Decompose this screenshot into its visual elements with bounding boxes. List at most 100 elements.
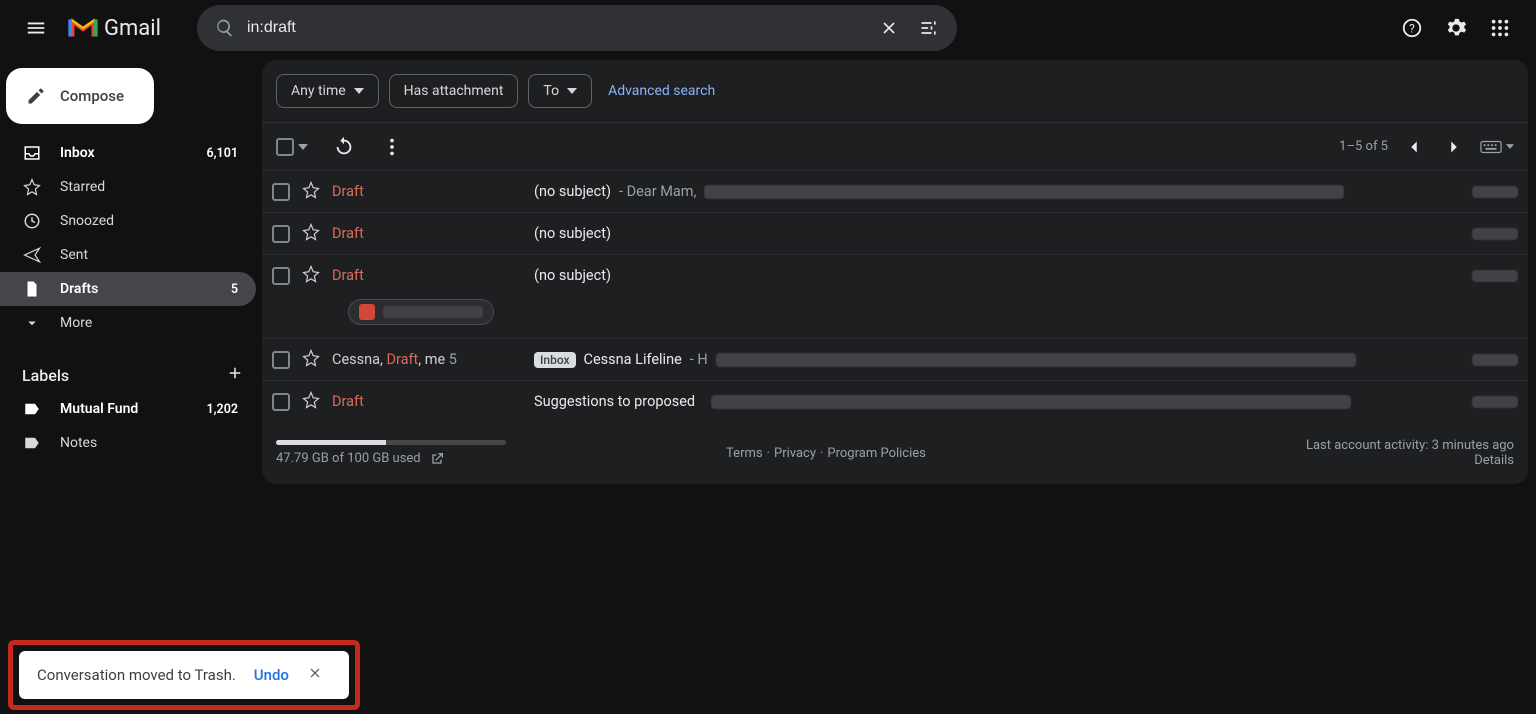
label-item-mutual-fund[interactable]: Mutual Fund 1,202 xyxy=(0,392,256,426)
storage-bar xyxy=(276,440,506,445)
labels-title: Labels xyxy=(22,366,69,385)
prev-page-icon[interactable] xyxy=(1400,133,1428,161)
checkbox-icon[interactable] xyxy=(272,351,290,369)
inbox-icon xyxy=(22,144,42,162)
filter-anytime[interactable]: Any time xyxy=(276,74,379,108)
undo-button[interactable]: Undo xyxy=(254,666,289,684)
advanced-search-link[interactable]: Advanced search xyxy=(608,83,715,99)
filter-hasattachment[interactable]: Has attachment xyxy=(389,74,519,108)
close-icon[interactable] xyxy=(307,665,323,685)
mail-row[interactable]: Cessna, Draft, me 5 Inbox Cessna Lifelin… xyxy=(262,338,1528,380)
mail-from: Cessna, Draft, me 5 xyxy=(332,351,522,368)
next-page-icon[interactable] xyxy=(1440,133,1468,161)
star-icon[interactable] xyxy=(302,223,320,245)
activity: Last account activity: 3 minutes ago Det… xyxy=(1306,438,1514,468)
refresh-icon[interactable] xyxy=(332,135,356,159)
clock-icon xyxy=(22,212,42,230)
main-panel: Any time Has attachment To Advanced sear… xyxy=(262,60,1528,484)
mail-date xyxy=(1458,270,1518,282)
gear-icon[interactable] xyxy=(1436,8,1476,48)
label-icon xyxy=(22,434,42,452)
sidebar-item-inbox[interactable]: Inbox 6,101 xyxy=(0,136,256,170)
sidebar-item-drafts[interactable]: Drafts 5 xyxy=(0,272,256,306)
checkbox-icon[interactable] xyxy=(272,225,290,243)
clear-icon[interactable] xyxy=(869,18,909,38)
mail-from: Draft xyxy=(332,183,522,200)
terms-link[interactable]: Terms xyxy=(726,446,763,461)
storage: 47.79 GB of 100 GB used xyxy=(276,440,536,467)
gmail-icon xyxy=(68,17,98,39)
pdf-icon xyxy=(359,304,375,320)
input-tools-icon[interactable] xyxy=(1480,140,1514,154)
star-icon xyxy=(22,178,42,196)
footer: 47.79 GB of 100 GB used Terms · Privacy … xyxy=(262,422,1528,484)
mail-row[interactable]: Draft (no subject) xyxy=(262,254,1528,296)
chevron-down-icon xyxy=(298,144,308,150)
filter-anytime-label: Any time xyxy=(291,83,346,99)
last-activity: Last account activity: 3 minutes ago xyxy=(1306,438,1514,453)
sidebar-item-label: Starred xyxy=(60,179,105,195)
mail-row[interactable]: Draft (no subject) xyxy=(262,212,1528,254)
mail-date xyxy=(1458,354,1518,366)
mail-row[interactable]: Draft Suggestions to proposed xyxy=(262,380,1528,422)
search-icon[interactable] xyxy=(205,18,245,38)
mail-from: Draft xyxy=(332,393,522,410)
mail-subject: (no subject) xyxy=(534,267,1446,284)
privacy-link[interactable]: Privacy xyxy=(774,446,816,461)
apps-icon[interactable] xyxy=(1480,8,1520,48)
page-range: 1–5 of 5 xyxy=(1339,139,1388,154)
add-label-icon[interactable] xyxy=(226,364,244,386)
mail-from: Draft xyxy=(332,225,522,242)
sidebar-item-starred[interactable]: Starred xyxy=(0,170,256,204)
sidebar-item-more[interactable]: More xyxy=(0,306,256,340)
sidebar-item-count: 5 xyxy=(231,282,238,297)
search-bar[interactable] xyxy=(197,5,957,51)
mail-date xyxy=(1458,228,1518,240)
label-count: 1,202 xyxy=(206,402,238,417)
file-icon xyxy=(22,280,42,298)
label-item-notes[interactable]: Notes xyxy=(0,426,256,460)
search-input[interactable] xyxy=(245,18,869,38)
gmail-logo[interactable]: Gmail xyxy=(68,16,161,41)
sidebar-item-label: More xyxy=(60,315,92,331)
toast-highlight: Conversation moved to Trash. Undo xyxy=(8,640,360,710)
attachment-chip[interactable] xyxy=(348,299,494,325)
toolbar: 1–5 of 5 xyxy=(262,122,1528,170)
sidebar-item-label: Snoozed xyxy=(60,213,114,229)
sidebar-item-count: 6,101 xyxy=(206,146,238,161)
app-name: Gmail xyxy=(104,16,161,41)
mail-subject: (no subject) - Dear Mam, xyxy=(534,183,1446,200)
details-link[interactable]: Details xyxy=(1306,453,1514,468)
checkbox-icon[interactable] xyxy=(272,183,290,201)
chevron-icon xyxy=(22,314,42,332)
star-icon[interactable] xyxy=(302,265,320,287)
mail-date xyxy=(1458,396,1518,408)
label-icon xyxy=(22,400,42,418)
attachment-row xyxy=(262,296,1528,338)
help-icon[interactable]: ? xyxy=(1392,8,1432,48)
storage-text: 47.79 GB of 100 GB used xyxy=(276,451,421,466)
labels-header: Labels xyxy=(0,340,256,392)
sidebar-item-snoozed[interactable]: Snoozed xyxy=(0,204,256,238)
label-text: Mutual Fund xyxy=(60,401,138,417)
mail-subject: Suggestions to proposed xyxy=(534,393,1446,410)
filter-bar: Any time Has attachment To Advanced sear… xyxy=(262,60,1528,122)
checkbox-icon[interactable] xyxy=(272,393,290,411)
checkbox-icon[interactable] xyxy=(272,267,290,285)
filter-to[interactable]: To xyxy=(528,74,592,108)
mail-row[interactable]: Draft (no subject) - Dear Mam, xyxy=(262,170,1528,212)
toast-message: Conversation moved to Trash. xyxy=(37,666,236,684)
star-icon[interactable] xyxy=(302,391,320,413)
select-all[interactable] xyxy=(276,138,308,156)
more-icon[interactable] xyxy=(380,135,404,159)
sidebar: Compose Inbox 6,101 Starred Snoozed Sent… xyxy=(0,56,256,460)
compose-button[interactable]: Compose xyxy=(6,68,154,124)
policies-link[interactable]: Program Policies xyxy=(827,446,925,461)
tune-icon[interactable] xyxy=(909,18,949,38)
hamburger-icon[interactable] xyxy=(16,8,56,48)
star-icon[interactable] xyxy=(302,349,320,371)
star-icon[interactable] xyxy=(302,181,320,203)
sidebar-item-sent[interactable]: Sent xyxy=(0,238,256,272)
open-in-new-icon[interactable] xyxy=(429,451,445,467)
filter-to-label: To xyxy=(543,83,559,99)
